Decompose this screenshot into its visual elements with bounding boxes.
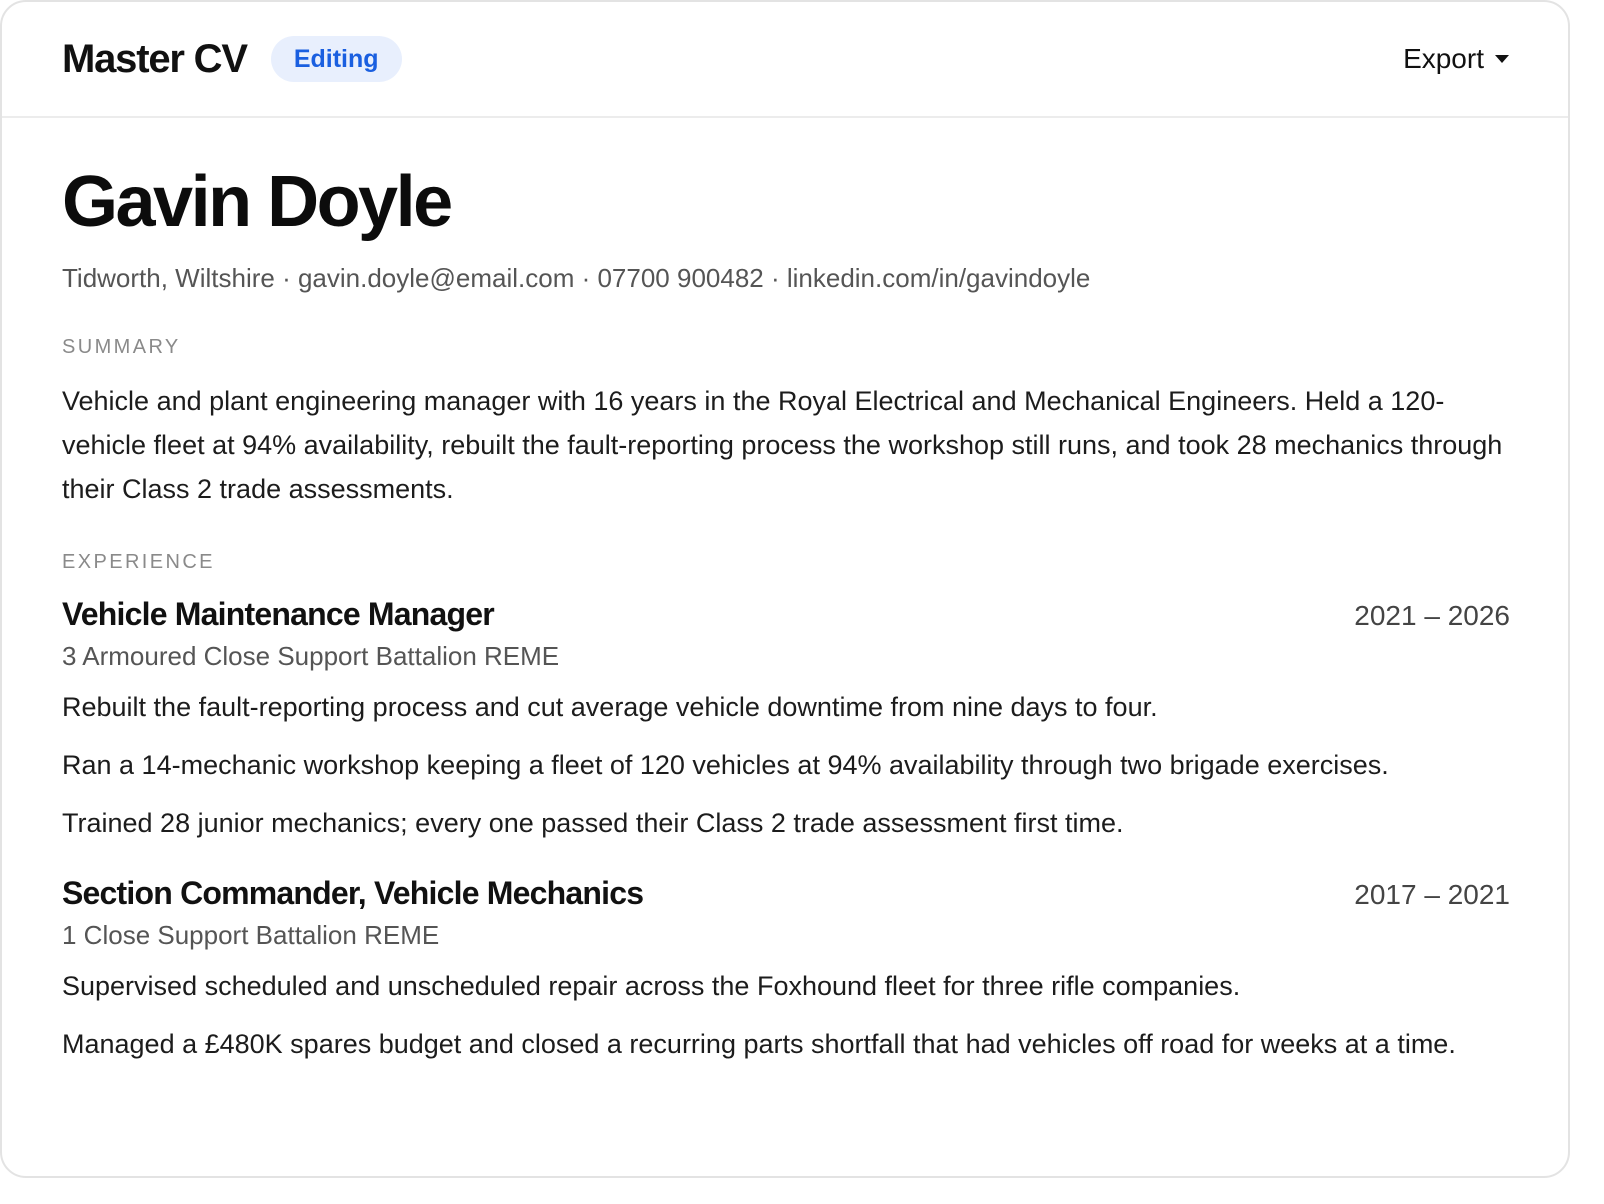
job-bullets: Rebuilt the fault-reporting process and … [62, 685, 1510, 845]
top-bar: Master CV Editing Export [2, 2, 1568, 118]
contact-line[interactable]: Tidworth, Wiltshire · gavin.doyle@email.… [62, 260, 1510, 296]
export-label: Export [1403, 43, 1484, 74]
job-title[interactable]: Vehicle Maintenance Manager [62, 596, 495, 633]
job-organisation[interactable]: 1 Close Support Battalion REME [62, 918, 1510, 952]
job-bullet[interactable]: Ran a 14-mechanic workshop keeping a fle… [62, 743, 1510, 787]
job-bullets: Supervised scheduled and unscheduled rep… [62, 964, 1510, 1066]
export-button[interactable]: Export [1403, 43, 1510, 75]
cv-document: Gavin Doyle Tidworth, Wiltshire · gavin.… [2, 118, 1568, 1066]
job-bullet[interactable]: Supervised scheduled and unscheduled rep… [62, 964, 1510, 1008]
experience-heading: EXPERIENCE [62, 551, 215, 573]
app-title: Master CV [62, 36, 248, 81]
job-title[interactable]: Section Commander, Vehicle Mechanics [62, 875, 644, 912]
brand-group: Master CV Editing [62, 36, 402, 82]
caret-down-icon [1495, 55, 1509, 63]
summary-text[interactable]: Vehicle and plant engineering manager wi… [62, 379, 1510, 511]
job-dates[interactable]: 2021 – 2026 [1354, 600, 1510, 632]
summary-heading: SUMMARY [62, 336, 181, 358]
job-bullet[interactable]: Rebuilt the fault-reporting process and … [62, 685, 1510, 729]
status-badge: Editing [270, 36, 402, 82]
job-header: Section Commander, Vehicle Mechanics 201… [62, 875, 1510, 912]
job-bullet[interactable]: Managed a £480K spares budget and closed… [62, 1022, 1510, 1066]
job-entry: Vehicle Maintenance Manager 2021 – 2026 … [62, 596, 1510, 845]
candidate-name[interactable]: Gavin Doyle [62, 154, 1510, 250]
job-entry: Section Commander, Vehicle Mechanics 201… [62, 875, 1510, 1066]
job-bullet[interactable]: Trained 28 junior mechanics; every one p… [62, 801, 1510, 845]
job-header: Vehicle Maintenance Manager 2021 – 2026 [62, 596, 1510, 633]
cv-editor-card: Master CV Editing Export Gavin Doyle Tid… [0, 0, 1570, 1178]
job-organisation[interactable]: 3 Armoured Close Support Battalion REME [62, 639, 1510, 673]
job-dates[interactable]: 2017 – 2021 [1354, 879, 1510, 911]
